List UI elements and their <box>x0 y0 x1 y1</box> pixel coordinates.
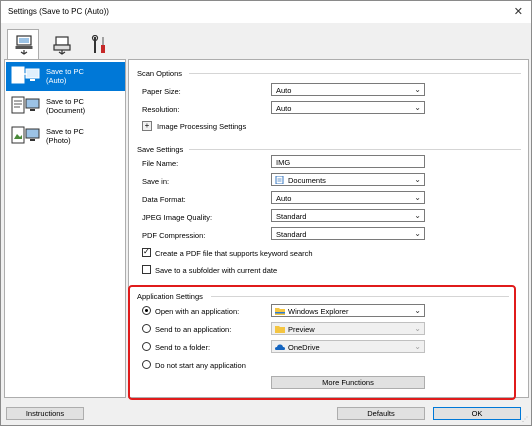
tab-scan-from-panel[interactable] <box>45 29 77 59</box>
sidebar-item-label: Save to PC <box>46 67 84 76</box>
data-format-select[interactable]: Auto ⌄ <box>271 191 425 204</box>
sidebar-item-save-auto[interactable]: Save to PC (Auto) <box>6 62 125 91</box>
keyword-pdf-checkbox[interactable]: ✓ <box>142 247 151 257</box>
subfolder-label: Save to a subfolder with current date <box>155 266 278 275</box>
jpeg-quality-label: JPEG Image Quality: <box>142 213 213 222</box>
sidebar-item-sublabel: (Auto) <box>46 76 67 85</box>
tools-icon <box>91 35 105 53</box>
paper-size-value: Auto <box>276 86 292 95</box>
divider <box>189 149 521 150</box>
save-settings-title: Save Settings <box>137 145 184 154</box>
scanner-panel-icon <box>53 36 71 55</box>
scan-options-title: Scan Options <box>137 69 183 78</box>
paper-size-select[interactable]: Auto ⌄ <box>271 83 425 96</box>
paper-size-label: Paper Size: <box>142 87 181 96</box>
chevron-down-icon: ⌄ <box>414 175 421 184</box>
save-to-pc-auto-icon <box>11 66 40 84</box>
button-bar: Instructions Defaults OK ⋰ <box>1 401 531 425</box>
chevron-down-icon: ⌄ <box>414 211 421 220</box>
save-to-pc-photo-icon <box>11 126 40 144</box>
scanner-from-pc-icon <box>15 35 33 55</box>
title-bar: Settings (Save to PC (Auto)) ✕ <box>1 1 531 23</box>
pdf-compression-label: PDF Compression: <box>142 231 206 240</box>
keyword-pdf-label: Create a PDF file that supports keyword … <box>155 249 313 258</box>
resolution-label: Resolution: <box>142 105 180 114</box>
instructions-button[interactable]: Instructions <box>6 407 84 420</box>
tab-scan-from-pc[interactable] <box>7 29 39 60</box>
save-in-value: Documents <box>288 176 326 185</box>
jpeg-quality-select[interactable]: Standard ⌄ <box>271 209 425 222</box>
file-name-label: File Name: <box>142 159 179 168</box>
resolution-value: Auto <box>276 104 292 113</box>
jpeg-quality-value: Standard <box>276 212 307 221</box>
sidebar-item-save-document[interactable]: Save to PC (Document) <box>6 92 125 121</box>
subfolder-checkbox[interactable] <box>142 265 151 274</box>
application-settings-highlight <box>128 285 516 400</box>
resize-grip-icon[interactable]: ⋰ <box>522 416 528 423</box>
file-name-value: IMG <box>276 158 291 167</box>
chevron-down-icon: ⌄ <box>414 193 421 202</box>
save-in-label: Save in: <box>142 177 170 186</box>
save-to-pc-document-icon <box>11 96 40 114</box>
settings-window: Settings (Save to PC (Auto)) ✕ Save to P… <box>0 0 532 426</box>
sidebar-item-sublabel: (Photo) <box>46 136 71 145</box>
sidebar-item-label: Save to PC <box>46 97 84 106</box>
pdf-compression-value: Standard <box>276 230 307 239</box>
close-icon[interactable]: ✕ <box>514 5 523 18</box>
checkmark-icon: ✓ <box>143 247 150 256</box>
documents-folder-icon <box>275 176 284 184</box>
file-name-input[interactable]: IMG <box>271 155 425 168</box>
image-processing-label: Image Processing Settings <box>157 122 247 131</box>
sidebar-item-sublabel: (Document) <box>46 106 86 115</box>
pdf-compression-select[interactable]: Standard ⌄ <box>271 227 425 240</box>
scan-type-list: Save to PC (Auto) Save to PC (Document) <box>4 59 126 398</box>
tab-general-settings[interactable] <box>83 29 115 59</box>
sidebar-item-label: Save to PC <box>46 127 84 136</box>
chevron-down-icon: ⌄ <box>414 85 421 94</box>
divider <box>189 73 521 74</box>
data-format-label: Data Format: <box>142 195 186 204</box>
sidebar-item-save-photo[interactable]: Save to PC (Photo) <box>6 122 125 151</box>
window-title: Settings (Save to PC (Auto)) <box>8 7 109 16</box>
chevron-down-icon: ⌄ <box>414 229 421 238</box>
expand-image-processing-button[interactable]: + <box>142 121 152 131</box>
data-format-value: Auto <box>276 194 292 203</box>
resolution-select[interactable]: Auto ⌄ <box>271 101 425 114</box>
chevron-down-icon: ⌄ <box>414 103 421 112</box>
save-in-select[interactable]: Documents ⌄ <box>271 173 425 186</box>
defaults-button[interactable]: Defaults <box>337 407 425 420</box>
ok-button[interactable]: OK <box>433 407 521 420</box>
tab-bar <box>1 23 531 60</box>
